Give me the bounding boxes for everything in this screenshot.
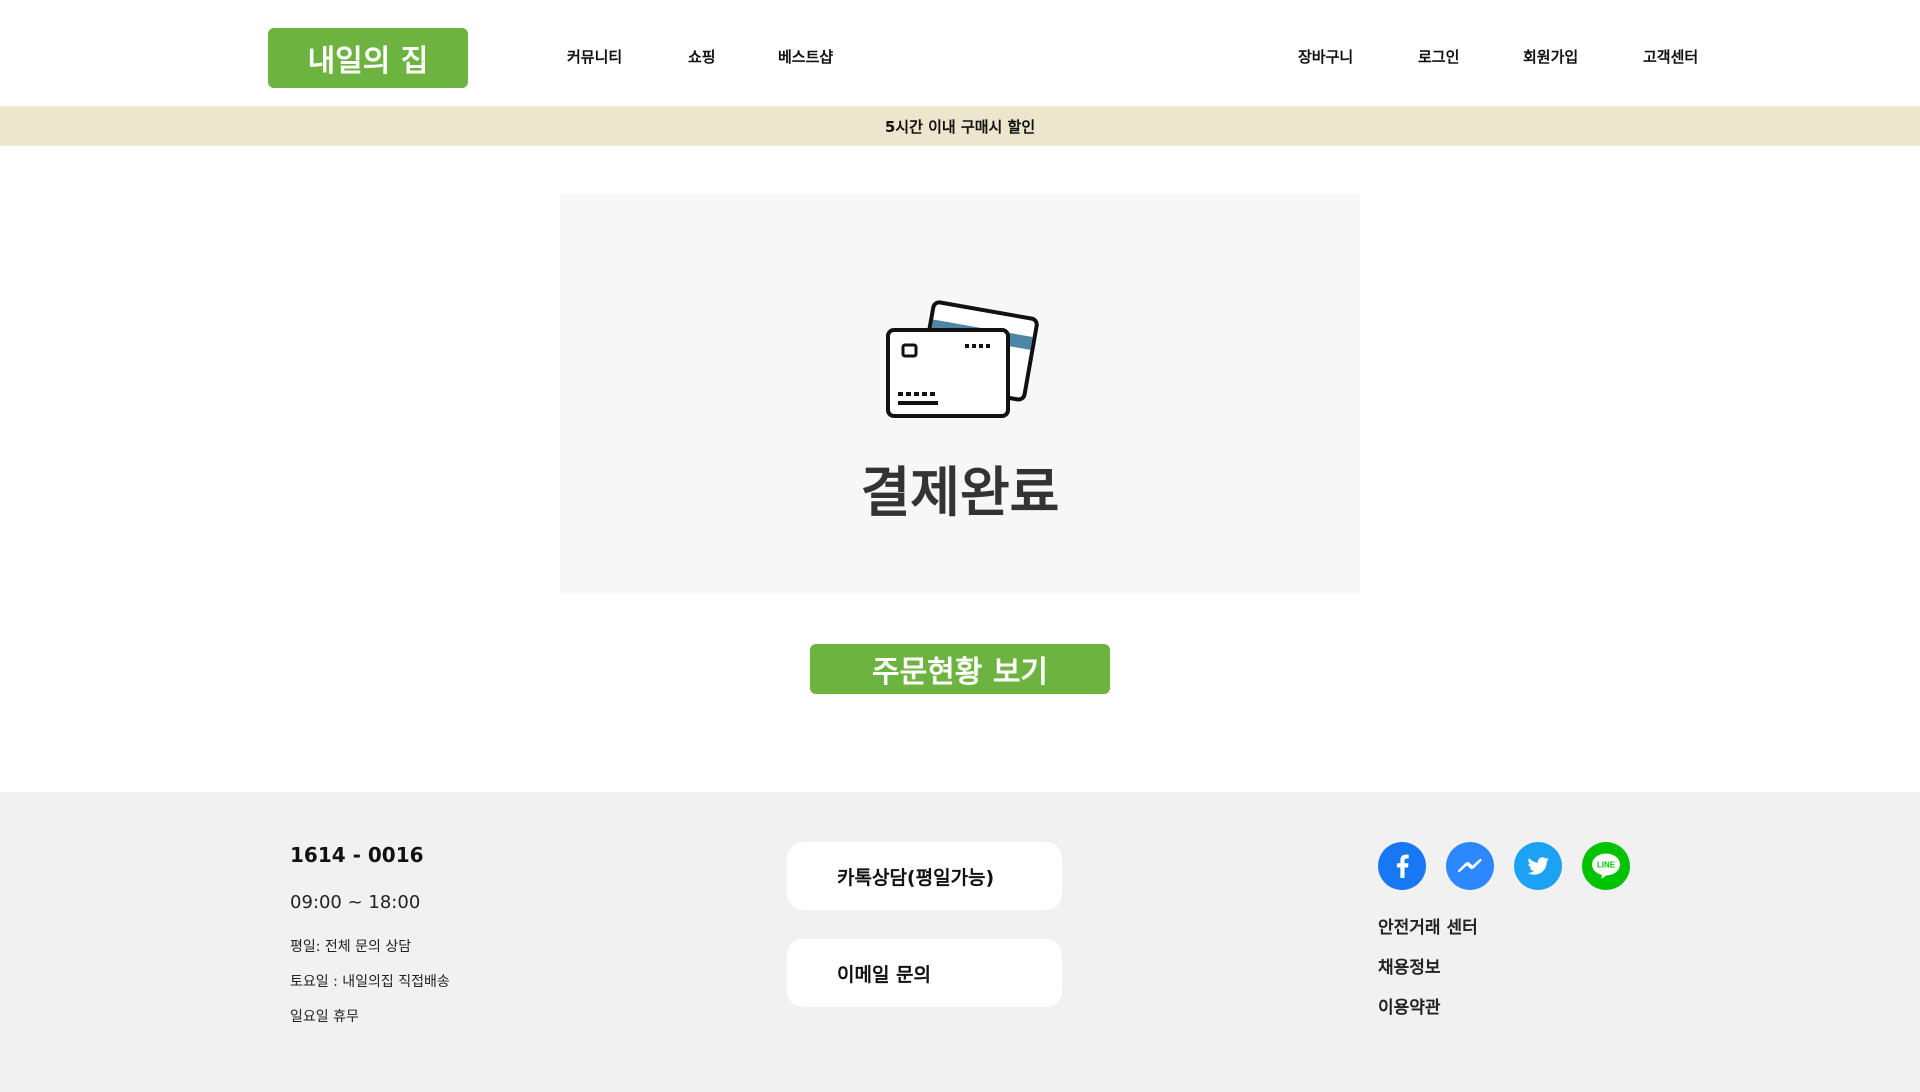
nav-community[interactable]: 커뮤니티 (567, 46, 622, 67)
svg-text:LINE: LINE (1597, 861, 1616, 870)
info-weekday: 평일: 전체 문의 상담 (290, 939, 412, 955)
credit-cards-icon (886, 300, 1039, 418)
nav-shopping[interactable]: 쇼핑 (688, 46, 716, 67)
messenger-icon[interactable] (1446, 842, 1494, 890)
terms-link[interactable]: 이용약관 (1378, 993, 1441, 1018)
nav-signup[interactable]: 회원가입 (1523, 46, 1578, 67)
messenger-glyph (1457, 858, 1482, 873)
promo-text: 5시간 이내 구매시 할인 (884, 117, 1036, 136)
info-saturday: 토요일 : 내일의집 직접배송 (290, 974, 450, 990)
kakao-consult-button[interactable]: 카톡상담(평일가능) (787, 842, 1062, 910)
business-hours: 09:00 ~ 18:00 (290, 892, 421, 913)
nav-best-shop[interactable]: 베스트샵 (778, 46, 833, 67)
info-sunday: 일요일 휴무 (290, 1009, 359, 1025)
customer-phone: 1614 - 0016 (290, 843, 424, 867)
careers-link[interactable]: 채용정보 (1378, 953, 1441, 978)
safe-trade-link[interactable]: 안전거래 센터 (1378, 913, 1478, 938)
nav-customer-center[interactable]: 고객센터 (1643, 46, 1698, 67)
line-icon[interactable]: LINE (1582, 842, 1630, 890)
facebook-icon[interactable] (1378, 842, 1426, 890)
twitter-glyph (1527, 857, 1549, 875)
page-title: 결제완료 (860, 461, 1060, 524)
facebook-glyph (1396, 854, 1409, 878)
header: 내일의 집 커뮤니티 쇼핑 베스트샵 장바구니 로그인 회원가입 고객센터 (0, 0, 1920, 106)
email-inquiry-button[interactable]: 이메일 문의 (787, 939, 1062, 1007)
twitter-icon[interactable] (1514, 842, 1562, 890)
nav-login[interactable]: 로그인 (1418, 46, 1459, 67)
line-glyph: LINE (1592, 853, 1620, 879)
order-status-button[interactable]: 주문현황 보기 (810, 644, 1110, 694)
logo[interactable]: 내일의 집 (268, 28, 468, 88)
promo-bar: 5시간 이내 구매시 할인 (0, 106, 1920, 146)
nav-cart[interactable]: 장바구니 (1298, 46, 1353, 67)
